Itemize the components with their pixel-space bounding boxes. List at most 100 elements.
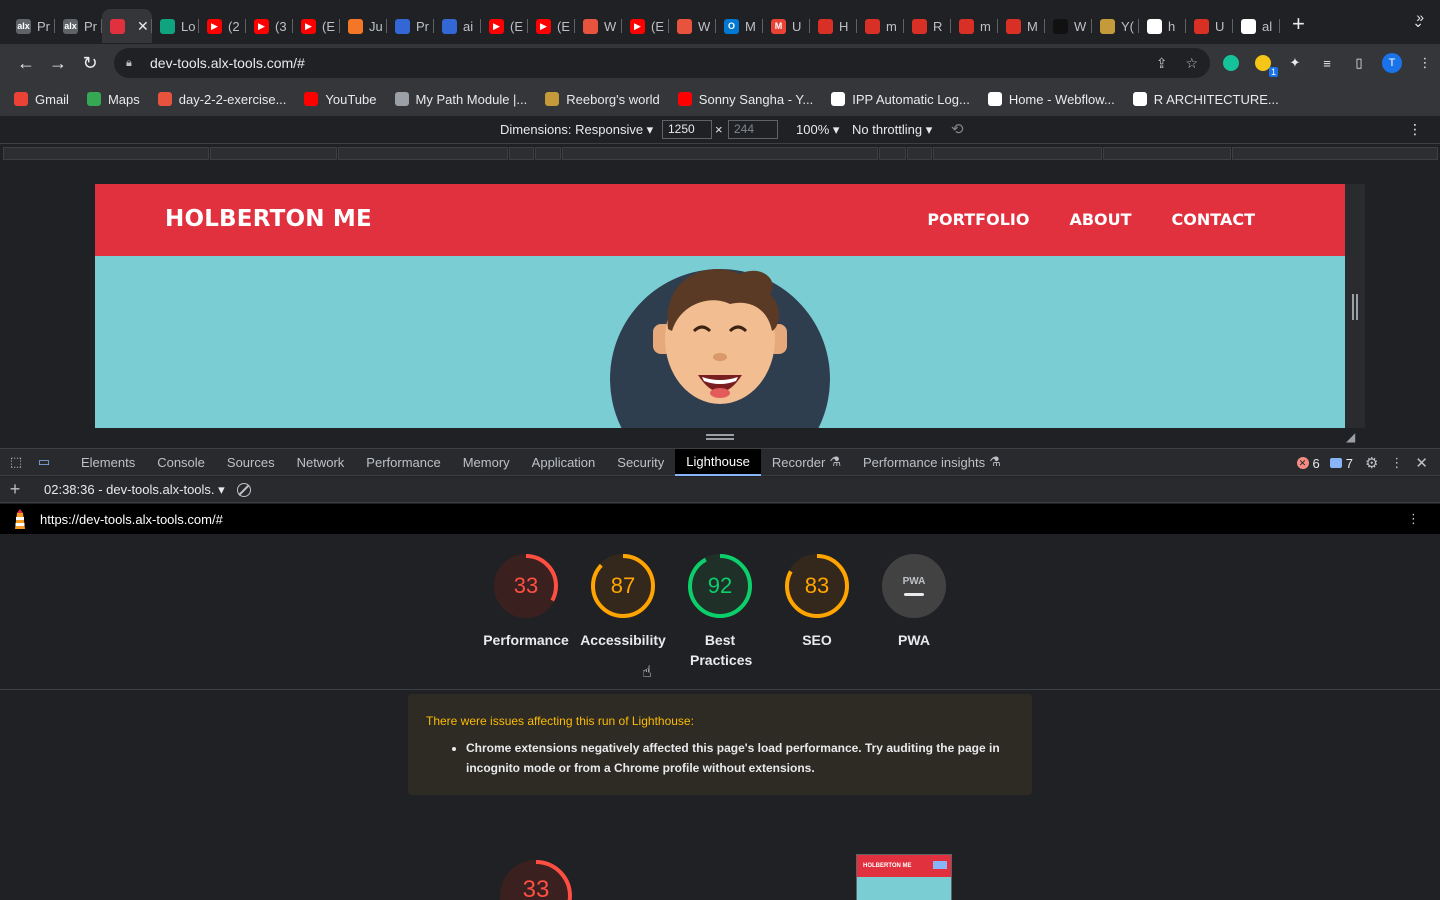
browser-tab[interactable]: ▶ (2 bbox=[199, 9, 246, 43]
browser-tab[interactable]: W bbox=[575, 9, 622, 43]
devtools-tab-performance-insights[interactable]: Performance insights ⚗ bbox=[852, 449, 1012, 476]
browser-tab[interactable]: alx Pr bbox=[55, 9, 102, 43]
browser-tab[interactable]: OM bbox=[716, 9, 763, 43]
bookmark-item[interactable]: day-2-2-exercise... bbox=[157, 92, 286, 107]
extensions-puzzle-icon[interactable]: ✦ bbox=[1286, 54, 1304, 72]
new-tab-icon[interactable]: + bbox=[1292, 11, 1305, 37]
viewport-corner-resize-icon[interactable]: ◢ bbox=[1346, 430, 1355, 444]
gauge-performance[interactable]: 33 Performance bbox=[476, 552, 576, 650]
gauge-seo[interactable]: 83 SEO bbox=[767, 552, 867, 650]
tab-close-icon[interactable]: ✕ bbox=[137, 18, 149, 35]
tab-favicon-icon: ▶ bbox=[254, 18, 269, 34]
bookmark-item[interactable]: Gmail bbox=[14, 92, 69, 107]
browser-tab[interactable]: W bbox=[669, 9, 716, 43]
browser-tab[interactable]: W bbox=[1045, 9, 1092, 43]
devtools-tab-network[interactable]: Network bbox=[286, 449, 356, 476]
browser-tab[interactable]: m bbox=[857, 9, 904, 43]
browser-tab[interactable]: H bbox=[810, 9, 857, 43]
browser-tab[interactable]: ai bbox=[434, 9, 481, 43]
error-count-badge[interactable]: ✕ 6 7 bbox=[1296, 456, 1353, 471]
share-icon[interactable]: ⇪ bbox=[1156, 55, 1168, 72]
devtools-tab-lighthouse[interactable]: Lighthouse bbox=[675, 448, 761, 476]
viewport-height-resize-handle[interactable] bbox=[706, 434, 734, 440]
bookmark-star-icon[interactable]: ☆ bbox=[1185, 55, 1198, 72]
zoom-dropdown[interactable]: 100% ▾ bbox=[796, 122, 839, 138]
extension-badge-icon[interactable]: 1 bbox=[1254, 54, 1278, 77]
browser-tab[interactable]: ▶ (3 bbox=[246, 9, 293, 43]
devtools-tab-label: Lighthouse bbox=[686, 453, 750, 469]
address-bar[interactable]: 🔒︎ dev-tools.alx-tools.com/# ⇪ ☆ bbox=[114, 48, 1210, 78]
bookmarks-overflow-icon[interactable]: » bbox=[1416, 9, 1424, 25]
browser-tab[interactable]: Gh bbox=[1139, 9, 1186, 43]
bookmark-item[interactable]: R ARCHITECTURE... bbox=[1132, 92, 1279, 107]
bookmark-item[interactable]: Maps bbox=[86, 92, 140, 107]
viewport-width-input[interactable]: 1250 bbox=[662, 120, 712, 139]
bookmark-item[interactable]: My Path Module |... bbox=[394, 92, 527, 107]
devtools-tab-console[interactable]: Console bbox=[146, 449, 216, 476]
rotate-icon[interactable]: ⟲ bbox=[951, 120, 964, 138]
bookmark-item[interactable]: Reeborg's world bbox=[545, 92, 660, 107]
lighthouse-report: 33 Performance 87 Accessibility 92 Best Pract… bbox=[0, 534, 1440, 900]
browser-tab[interactable]: Lo bbox=[152, 9, 199, 43]
new-report-icon[interactable]: + bbox=[0, 479, 30, 500]
devtools-settings-icon[interactable]: ⚙ bbox=[1365, 454, 1378, 472]
nav-contact[interactable]: CONTACT bbox=[1172, 210, 1255, 229]
browser-tab[interactable]: ▶ (E bbox=[293, 9, 340, 43]
bookmark-item[interactable]: Home - Webflow... bbox=[987, 92, 1115, 107]
browser-tab[interactable]: U bbox=[1186, 9, 1233, 43]
profile-avatar[interactable]: T bbox=[1382, 53, 1402, 73]
viewport-height-input[interactable]: 244 bbox=[728, 120, 778, 139]
browser-tab[interactable]: ✕ bbox=[102, 9, 152, 43]
browser-tab[interactable]: ▶ (E bbox=[528, 9, 575, 43]
devtools-tab-security[interactable]: Security bbox=[606, 449, 675, 476]
gauge-pwa[interactable]: PWA PWA bbox=[864, 552, 964, 650]
device-toolbar-menu-icon[interactable]: ⋮ bbox=[1408, 121, 1422, 138]
bookmark-item[interactable]: YouTube bbox=[304, 92, 377, 107]
report-selector[interactable]: 02:38:36 - dev-tools.alx-tools. ▾ bbox=[44, 482, 225, 498]
browser-tab[interactable]: Y( bbox=[1092, 9, 1139, 43]
nav-about[interactable]: ABOUT bbox=[1069, 210, 1131, 229]
devtools-tab-memory[interactable]: Memory bbox=[452, 449, 521, 476]
devtools-tab-performance[interactable]: Performance bbox=[355, 449, 451, 476]
browser-tab[interactable]: Pr bbox=[387, 9, 434, 43]
report-url[interactable]: https://dev-tools.alx-tools.com/# bbox=[40, 512, 223, 527]
throttling-dropdown[interactable]: No throttling ▾ bbox=[852, 122, 932, 138]
browser-tab[interactable]: M bbox=[998, 9, 1045, 43]
browser-tab[interactable]: al bbox=[1233, 9, 1280, 43]
reload-icon[interactable]: ↻ bbox=[74, 47, 106, 79]
viewport-width-resize-handle[interactable] bbox=[1352, 294, 1358, 320]
bookmark-item[interactable]: Sonny Sangha - Y... bbox=[677, 92, 813, 107]
devtools-tab-sources[interactable]: Sources bbox=[216, 449, 286, 476]
browser-tab[interactable]: Ju bbox=[340, 9, 387, 43]
bookmarks-bar: Gmail Maps day-2-2-exercise... YouTube My Pa… bbox=[0, 82, 1440, 116]
chrome-menu-icon[interactable]: ⋮ bbox=[1416, 54, 1434, 72]
devtools-tab-recorder[interactable]: Recorder ⚗ bbox=[761, 449, 852, 476]
side-panel-icon[interactable]: ▯ bbox=[1350, 54, 1368, 72]
media-controls-icon[interactable]: ≡ bbox=[1318, 54, 1336, 72]
dimensions-dropdown[interactable]: Dimensions: Responsive ▾ bbox=[500, 122, 653, 138]
browser-tab[interactable]: ▶ (E bbox=[481, 9, 528, 43]
devtools-close-icon[interactable]: ✕ bbox=[1415, 454, 1428, 472]
inspect-element-icon[interactable]: ⬚ bbox=[2, 454, 30, 470]
gauge-accessibility[interactable]: 87 Accessibility bbox=[573, 552, 673, 650]
browser-tab[interactable]: MU bbox=[763, 9, 810, 43]
bookmark-item[interactable]: IPP Automatic Log... bbox=[831, 92, 970, 107]
media-query-bar[interactable] bbox=[0, 145, 1440, 162]
devtools-menu-icon[interactable]: ⋮ bbox=[1390, 455, 1403, 471]
grammarly-icon[interactable] bbox=[1222, 54, 1240, 72]
clear-reports-icon[interactable] bbox=[236, 482, 251, 497]
nav-portfolio[interactable]: PORTFOLIO bbox=[927, 210, 1029, 229]
report-menu-icon[interactable]: ⋮ bbox=[1407, 511, 1420, 527]
browser-tab[interactable]: ▶ (E bbox=[622, 9, 669, 43]
browser-tab[interactable]: R bbox=[904, 9, 951, 43]
browser-tab[interactable]: m bbox=[951, 9, 998, 43]
forward-icon[interactable]: → bbox=[42, 47, 74, 79]
browser-tab[interactable]: alx Pr bbox=[8, 9, 55, 43]
gauge-best-practices[interactable]: 92 Best Practices bbox=[670, 552, 770, 670]
devtools-tab-application[interactable]: Application bbox=[521, 449, 607, 476]
message-icon bbox=[1329, 458, 1342, 468]
devtools-tab-elements[interactable]: Elements bbox=[70, 449, 146, 476]
site-logo[interactable]: HOLBERTON ME bbox=[165, 206, 372, 232]
back-icon[interactable]: ← bbox=[10, 47, 42, 79]
device-toggle-icon[interactable]: ▭ bbox=[30, 454, 58, 470]
